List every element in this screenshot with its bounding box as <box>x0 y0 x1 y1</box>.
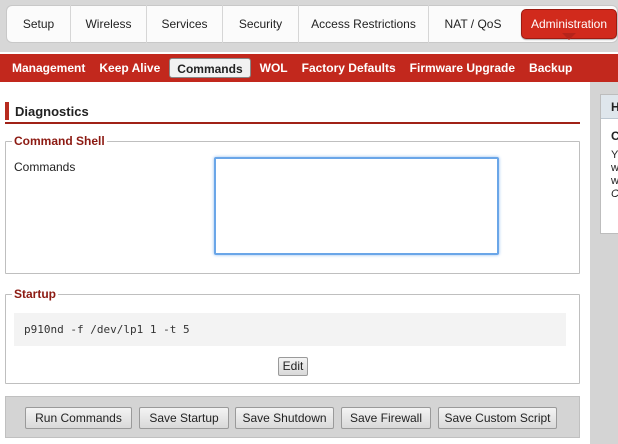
subnav-keep-alive[interactable]: Keep Alive <box>92 58 167 78</box>
help-panel-title: H <box>601 95 618 119</box>
tab-security[interactable]: Security <box>223 5 299 43</box>
tab-setup[interactable]: Setup <box>7 5 71 43</box>
commands-label: Commands <box>14 160 76 174</box>
subnav-wol[interactable]: WOL <box>253 58 295 78</box>
help-line-1: Y <box>611 149 618 161</box>
subnav-firmware-upgrade[interactable]: Firmware Upgrade <box>403 58 522 78</box>
help-panel: H C Y w w C <box>600 94 618 234</box>
top-nav-bar: Setup Wireless Services Security Access … <box>0 0 618 52</box>
help-line-2: w <box>611 162 618 174</box>
sub-nav-bar: Management Keep Alive Commands WOL Facto… <box>0 54 618 82</box>
main-content: Diagnostics Command Shell Commands Start… <box>0 82 590 444</box>
save-custom-script-button[interactable]: Save Custom Script <box>438 407 557 429</box>
subnav-backup[interactable]: Backup <box>522 58 579 78</box>
startup-fieldset: Startup p910nd -f /dev/lp1 1 -t 5 Edit <box>5 287 580 384</box>
action-button-bar: Run Commands Save Startup Save Shutdown … <box>5 396 580 438</box>
tab-access-restrictions[interactable]: Access Restrictions <box>299 5 429 43</box>
tab-nat-qos[interactable]: NAT / QoS <box>429 5 517 43</box>
page-title-text: Diagnostics <box>15 104 89 119</box>
help-heading: C <box>611 129 618 143</box>
commands-textarea[interactable] <box>214 157 499 255</box>
main-tabs: Setup Wireless Services Security Access … <box>6 5 618 43</box>
active-tab-pointer <box>562 33 576 40</box>
save-shutdown-button[interactable]: Save Shutdown <box>235 407 334 429</box>
tab-services[interactable]: Services <box>147 5 223 43</box>
startup-script: p910nd -f /dev/lp1 1 -t 5 <box>14 313 566 346</box>
page-title: Diagnostics <box>5 102 580 124</box>
tab-wireless[interactable]: Wireless <box>71 5 147 43</box>
save-firewall-button[interactable]: Save Firewall <box>341 407 431 429</box>
save-startup-button[interactable]: Save Startup <box>139 407 229 429</box>
title-accent-bar <box>5 102 9 120</box>
command-shell-legend: Command Shell <box>12 134 107 148</box>
subnav-management[interactable]: Management <box>5 58 92 78</box>
run-commands-button[interactable]: Run Commands <box>25 407 132 429</box>
help-line-3: w <box>611 175 618 187</box>
subnav-factory-defaults[interactable]: Factory Defaults <box>295 58 403 78</box>
command-shell-fieldset: Command Shell Commands <box>5 134 580 274</box>
startup-legend: Startup <box>12 287 58 301</box>
help-line-4: C <box>611 188 618 200</box>
startup-edit-button[interactable]: Edit <box>278 357 308 376</box>
subnav-commands[interactable]: Commands <box>169 58 251 78</box>
